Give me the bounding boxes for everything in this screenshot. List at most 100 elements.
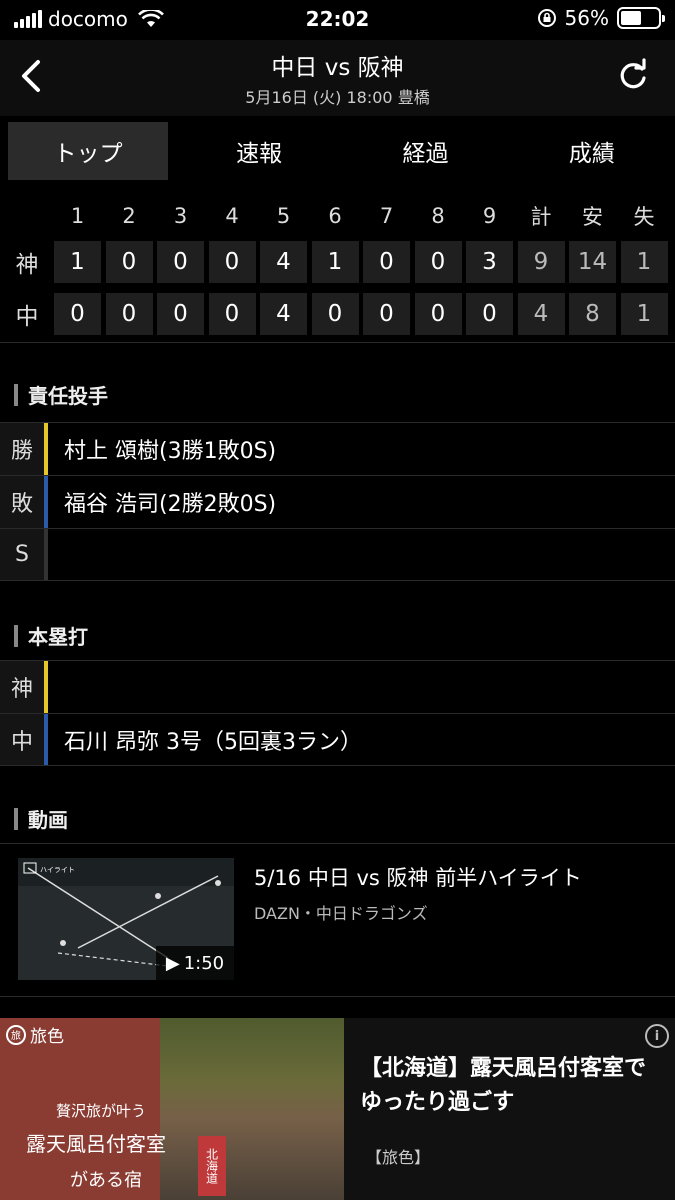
battery-percent: 56% [564,6,609,30]
inning-header: 9 [482,204,497,228]
ad-copy-line2: 露天風呂付客室 [26,1132,166,1156]
score-cell: 4 [517,293,565,335]
score-cell: 14 [569,241,616,283]
score-cell: 0 [157,241,204,283]
duration-text: 1:50 [183,952,225,974]
tab-stats[interactable]: 成績 [509,122,675,180]
video-thumbnail[interactable]: ハイライト ▶ 1:50 [18,858,234,980]
ad-info-icon[interactable]: i [645,1024,669,1048]
video-item-title[interactable]: 5/16 中日 vs 阪神 前半ハイライト [254,862,582,892]
pitcher-loss-row: 敗 福谷 浩司(2勝2敗0S) [0,475,675,528]
tab-top[interactable]: トップ [8,122,168,180]
score-cell: 4 [260,293,307,335]
tab-progress[interactable]: 経過 [342,122,508,180]
ad-headline[interactable]: 【北海道】露天風呂付客室でゆったり過ごす [360,1052,660,1120]
section-bar [14,383,18,406]
homerun-dragons-row: 中 石川 昂弥 3号（5回裏3ラン） [0,713,675,766]
score-cell: 0 [157,293,204,335]
inning-header: 計 [530,205,552,229]
save-stripe [44,529,48,580]
score-cell: 0 [208,241,256,283]
ad-banner[interactable]: 旅 旅色 贅沢旅が叶う 露天風呂付客室 がある宿 北海道 【北海道】露天風呂付客… [0,1018,675,1200]
video-title: 動画 [28,808,68,832]
tigers-tag: 神 [0,661,44,713]
video-duration: ▶ 1:50 [156,946,234,980]
status-bar: docomo 22:02 56% [0,0,675,40]
inning-header: 安 [582,205,603,229]
inning-header: 7 [379,204,394,228]
score-cell: 0 [311,293,359,335]
video-item[interactable]: ハイライト ▶ 1:50 5/16 中日 vs 阪神 前半ハイライト DAZN・… [18,858,658,980]
score-cell: 0 [363,293,410,335]
score-cell: 0 [466,293,513,335]
inning-header: 3 [173,204,188,228]
ad-brand: 旅色 [30,1027,64,1047]
scoreboard-row-dragons: 中 000040000481 [0,288,675,340]
brand-icon: 旅 [6,1024,26,1045]
tab-bar: トップ 速報 経過 成績 [0,122,675,180]
win-tag: 勝 [0,423,44,475]
game-subtitle: 5月16日 (火) 18:00 豊橋 [245,88,430,107]
score-cell: 0 [208,293,256,335]
homeruns-section-title: 本塁打 [14,621,88,650]
score-cell: 0 [414,293,462,335]
dragons-homeruns[interactable]: 石川 昂弥 3号（5回裏3ラン） [48,724,362,756]
tigers-stripe [44,661,48,713]
divider [0,843,675,844]
pitcher-save-row: S [0,528,675,581]
scoreboard-header: 1 2 3 4 5 6 7 8 9 計 安 失 [0,196,675,236]
divider [0,996,675,997]
rotation-lock-icon [537,9,556,27]
section-bar [14,624,18,647]
inning-header: 4 [225,204,239,228]
ad-image[interactable]: 旅 旅色 贅沢旅が叶う 露天風呂付客室 がある宿 北海道 [0,1018,344,1200]
score-cell: 1 [54,241,101,283]
homeruns-title: 本塁打 [28,625,88,649]
save-tag: S [0,529,44,580]
pitchers-section-title: 責任投手 [14,380,108,409]
inning-header: 8 [431,204,445,228]
score-cell: 1 [620,241,668,283]
divider [0,342,675,343]
dragons-tag: 中 [0,714,44,765]
loss-pitcher[interactable]: 福谷 浩司(2勝2敗0S) [48,486,276,518]
ad-copy-line3: がある宿 [70,1170,142,1191]
app-header: 中日 vs 阪神 5月16日 (火) 18:00 豊橋 [0,40,675,116]
pitchers-title: 責任投手 [28,384,108,408]
status-right: 56% [537,6,665,30]
video-item-source: DAZN・中日ドラゴンズ [254,904,428,923]
ad-brand-logo: 旅 旅色 [6,1022,64,1047]
pitcher-win-row: 勝 村上 頌樹(3勝1敗0S) [0,422,675,475]
score-cell: 4 [260,241,307,283]
homerun-tigers-row: 神 [0,660,675,713]
inning-header: 6 [328,204,342,228]
score-cell: 0 [105,293,153,335]
win-pitcher[interactable]: 村上 頌樹(3勝1敗0S) [48,433,276,465]
inning-header: 1 [70,204,85,228]
play-icon: ▶ [165,952,180,974]
ad-source: 【旅色】 [366,1148,431,1167]
score-cell: 0 [105,241,153,283]
score-cell: 8 [569,293,616,335]
loss-tag: 敗 [0,476,44,528]
score-cell: 9 [517,241,565,283]
inning-header: 5 [276,204,291,228]
team-label: 神 [15,252,39,278]
score-cell: 0 [414,241,462,283]
battery-icon [617,7,665,29]
tab-live[interactable]: 速報 [176,122,342,180]
section-bar [14,807,18,830]
scoreboard: 123456789計安失 神 1 0 0 0 4 1 0 0 3 9 14 1 中 000040000… [0,196,675,340]
video-section-title: 動画 [14,804,68,833]
ad-region-badge: 北海道 [198,1136,226,1196]
inning-header: 2 [122,204,136,228]
scoreboard-row-tigers: 神 1 0 0 0 4 1 0 0 3 9 14 1 [0,236,675,288]
ad-copy-line1: 贅沢旅が叶う [56,1102,147,1120]
score-cell: 1 [620,293,668,335]
ad-photo [160,1018,344,1200]
reload-icon[interactable] [615,58,651,94]
score-cell: 1 [311,241,359,283]
inning-header: 失 [633,205,655,229]
svg-text:ハイライト: ハイライト [40,866,75,874]
score-cell: 0 [363,241,410,283]
